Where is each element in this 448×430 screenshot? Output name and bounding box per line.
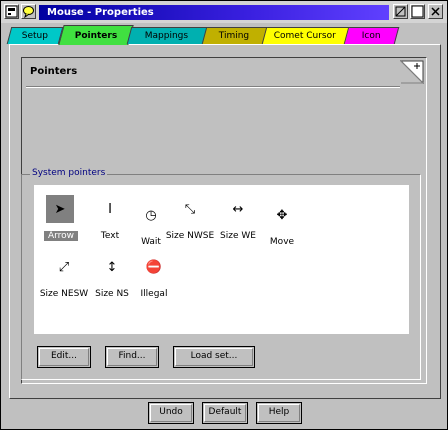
page-flip-icon[interactable] <box>399 60 425 85</box>
tab-timing[interactable]: Timing <box>200 27 268 44</box>
edit-button[interactable]: Edit... <box>37 346 91 368</box>
minimize-button[interactable] <box>393 4 408 19</box>
tab-label: Pointers <box>74 31 117 41</box>
pointer-label: Move <box>269 237 295 247</box>
pointer-label: Illegal <box>140 289 168 299</box>
notebook-tabs: Setup Pointers Mappings Timing Comet Cursor I… <box>6 25 441 45</box>
tab-label: Setup <box>21 31 48 41</box>
tab-comet-cursor[interactable]: Comet Cursor <box>260 27 350 44</box>
tab-setup[interactable]: Setup <box>6 27 64 44</box>
pointer-label: Size NWSE <box>165 231 215 241</box>
tab-pointers[interactable]: Pointers <box>58 25 134 45</box>
resize-ns-icon: ↕ <box>106 259 118 275</box>
text-ibeam-icon: I <box>108 201 112 217</box>
maximize-button[interactable] <box>410 4 425 19</box>
tab-icon[interactable]: Icon <box>342 27 400 44</box>
close-button[interactable] <box>428 4 443 19</box>
page-title: Pointers <box>30 66 78 77</box>
illegal-icon: ⛔ <box>145 259 163 275</box>
find-button[interactable]: Find... <box>105 346 159 368</box>
window-title: Mouse - Properties <box>47 7 154 18</box>
system-menu-icon[interactable] <box>4 4 19 19</box>
tab-label: Timing <box>218 31 249 41</box>
arrow-pointer-icon: ➤ <box>46 195 74 223</box>
group-label: System pointers <box>30 168 108 178</box>
help-button[interactable]: Help <box>256 402 302 424</box>
title-divider <box>26 86 400 88</box>
pointer-label: Arrow <box>44 231 78 241</box>
move-icon: ✥ <box>276 207 288 223</box>
resize-we-icon: ↔ <box>232 201 244 217</box>
resize-nwse-icon: ⤡ <box>184 201 196 217</box>
tab-label: Comet Cursor <box>273 31 336 41</box>
default-button[interactable]: Default <box>202 402 248 424</box>
undo-button[interactable]: Undo <box>148 402 194 424</box>
properties-window: Mouse - Properties Setup Pointers Mappings… <box>0 0 448 430</box>
tab-mappings[interactable]: Mappings <box>126 27 208 44</box>
speech-bubble-icon[interactable] <box>21 4 36 19</box>
title-bar[interactable]: Mouse - Properties <box>1 1 447 23</box>
load-set-button[interactable]: Load set... <box>173 346 255 368</box>
tab-label: Mappings <box>145 31 189 41</box>
pointer-list[interactable]: ➤ Arrow I Text ◷ Wait ⤡ Size NWSE ↔ Size WE ✥ Move ⤢… <box>34 185 409 334</box>
resize-nesw-icon: ⤢ <box>58 259 70 275</box>
tab-label: Icon <box>361 31 381 41</box>
pointer-label: Size NESW <box>39 289 89 299</box>
wait-clock-icon: ◷ <box>145 207 157 223</box>
